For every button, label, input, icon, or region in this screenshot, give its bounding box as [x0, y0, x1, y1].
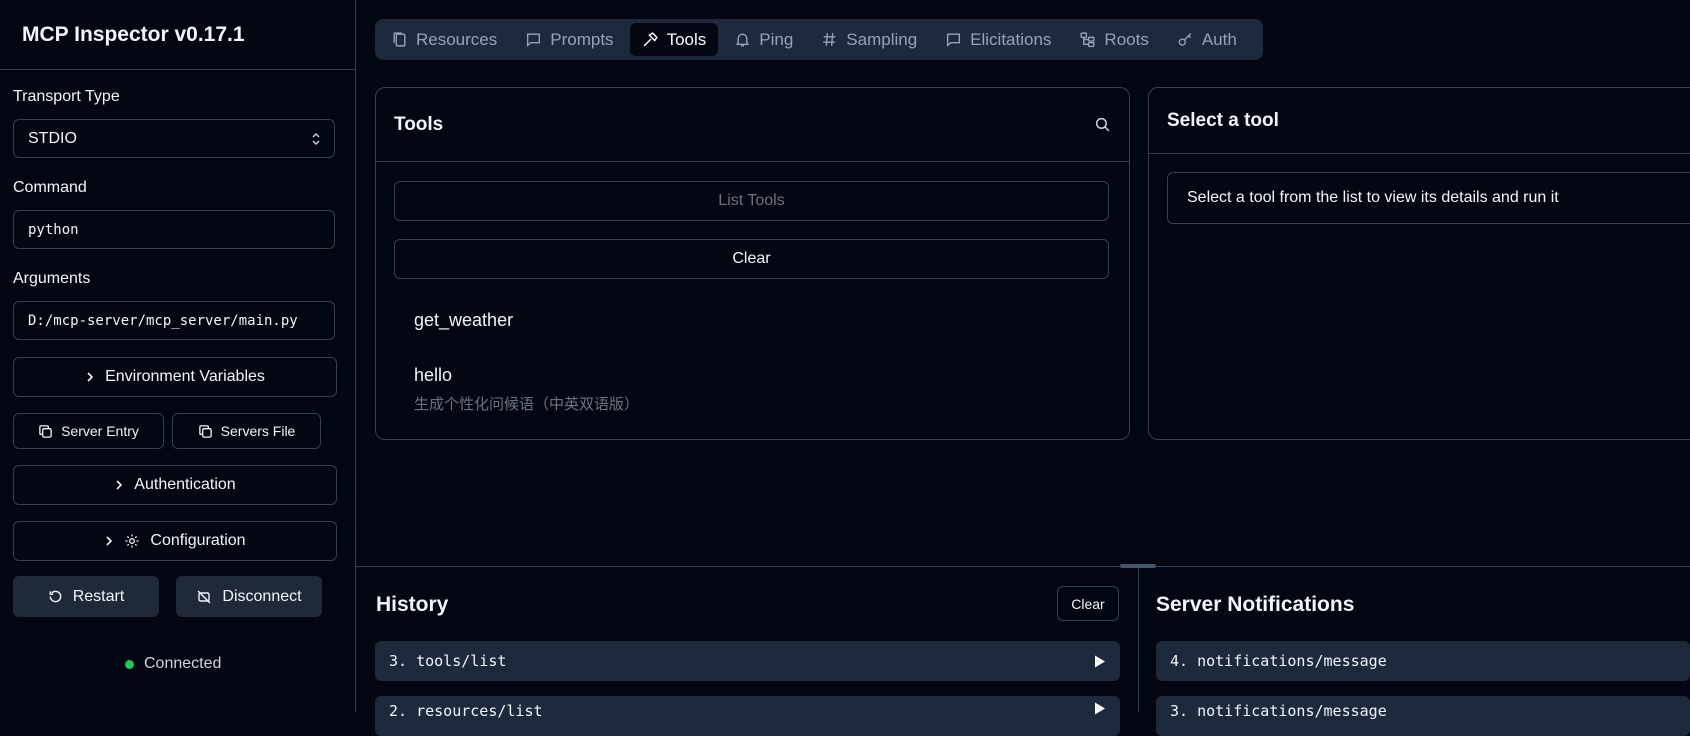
- chevrons-up-down-icon: [310, 132, 322, 146]
- history-item-label: 2. resources/list: [389, 702, 543, 720]
- chevron-right-icon: [85, 371, 95, 383]
- tab-roots-label: Roots: [1104, 29, 1149, 49]
- tool-detail-title: Select a tool: [1149, 88, 1690, 154]
- restart-button[interactable]: Restart: [13, 576, 159, 617]
- clear-history-button[interactable]: Clear: [1057, 586, 1119, 621]
- key-icon: [1177, 31, 1194, 48]
- disconnect-button[interactable]: Disconnect: [176, 576, 322, 617]
- tab-auth-label: Auth: [1201, 29, 1237, 49]
- tab-resources[interactable]: Resources: [379, 23, 509, 56]
- configuration-label: Configuration: [150, 532, 246, 549]
- environment-variables-label: Environment Variables: [105, 368, 265, 385]
- status-text: Connected: [144, 655, 222, 672]
- environment-variables-button[interactable]: Environment Variables: [13, 357, 337, 397]
- tool-detail-message: Select a tool from the list to view its …: [1167, 172, 1690, 224]
- status-dot: [125, 659, 134, 669]
- notification-row[interactable]: 3. notifications/message: [1156, 696, 1690, 736]
- arguments-label: Arguments: [13, 270, 91, 287]
- command-input[interactable]: python: [13, 210, 335, 249]
- tab-resources-label: Resources: [416, 29, 498, 49]
- rotate-ccw-icon: [48, 589, 63, 604]
- server-entry-label: Server Entry: [61, 423, 139, 439]
- copy-icon: [198, 424, 213, 439]
- restart-label: Restart: [72, 587, 125, 605]
- servers-file-button[interactable]: Servers File: [172, 413, 321, 449]
- list-tools-button[interactable]: List Tools: [394, 181, 1109, 221]
- tab-roots[interactable]: Roots: [1067, 23, 1160, 56]
- app-title: MCP Inspector v0.17.1: [0, 0, 355, 70]
- history-item-label: 3. tools/list: [389, 652, 507, 670]
- server-notifications-title: Server Notifications: [1156, 593, 1355, 616]
- history-row[interactable]: 3. tools/list: [375, 641, 1120, 681]
- play-icon[interactable]: [1094, 702, 1106, 715]
- transport-type-select[interactable]: STDIO: [13, 119, 335, 158]
- tab-elicitations[interactable]: Elicitations: [933, 23, 1063, 56]
- transport-type-value: STDIO: [28, 129, 77, 147]
- history-row[interactable]: 2. resources/list: [375, 696, 1120, 736]
- bell-icon: [734, 31, 751, 48]
- tools-panel-title: Tools: [394, 113, 444, 135]
- chevron-right-icon: [104, 535, 114, 547]
- configuration-button[interactable]: Configuration: [13, 521, 337, 561]
- tab-prompts-label: Prompts: [550, 29, 614, 49]
- tool-item-hello-description: 生成个性化问候语（中英双语版）: [414, 396, 640, 413]
- clear-tools-button[interactable]: Clear: [394, 239, 1109, 279]
- transport-type-label: Transport Type: [13, 88, 120, 105]
- tab-ping-label: Ping: [759, 29, 794, 49]
- hammer-icon: [642, 31, 659, 48]
- tab-auth[interactable]: Auth: [1165, 23, 1249, 56]
- hash-icon: [821, 31, 838, 48]
- tool-detail-panel: Select a tool Select a tool from the lis…: [1148, 87, 1690, 440]
- files-icon: [391, 31, 408, 48]
- unplug-icon: [196, 589, 212, 605]
- tab-elicitations-label: Elicitations: [970, 29, 1052, 49]
- arguments-input[interactable]: D:/mcp-server/mcp_server/main.py: [13, 301, 335, 340]
- tab-bar: Resources Prompts Tools Ping Sampling El…: [375, 19, 1263, 60]
- message-square-icon: [945, 31, 962, 48]
- chevron-right-icon: [114, 479, 124, 491]
- tab-sampling[interactable]: Sampling: [809, 23, 929, 56]
- tool-item-get-weather[interactable]: get_weather: [414, 310, 513, 331]
- tab-sampling-label: Sampling: [846, 29, 918, 49]
- panel-divider: [356, 566, 1690, 567]
- gear-icon: [124, 533, 140, 549]
- bottom-vertical-divider: [1138, 567, 1139, 712]
- connection-status: Connected: [125, 655, 221, 673]
- history-title: History: [376, 593, 449, 616]
- servers-file-label: Servers File: [220, 423, 296, 439]
- tools-panel: Tools List Tools Clear get_weather hello…: [375, 87, 1130, 440]
- folder-tree-icon: [1079, 31, 1096, 48]
- play-icon[interactable]: [1094, 655, 1106, 668]
- authentication-label: Authentication: [134, 476, 236, 493]
- command-label: Command: [13, 179, 87, 196]
- tool-item-hello[interactable]: hello: [414, 365, 452, 386]
- tab-prompts[interactable]: Prompts: [513, 23, 625, 56]
- notification-row[interactable]: 4. notifications/message: [1156, 641, 1690, 681]
- search-icon[interactable]: [1094, 116, 1111, 133]
- tab-ping[interactable]: Ping: [722, 23, 805, 56]
- notification-item-label: 4. notifications/message: [1170, 652, 1387, 670]
- copy-icon: [38, 424, 53, 439]
- notification-item-label: 3. notifications/message: [1170, 702, 1387, 720]
- server-entry-button[interactable]: Server Entry: [13, 413, 164, 449]
- tab-tools[interactable]: Tools: [629, 23, 719, 56]
- tab-tools-label: Tools: [666, 29, 707, 49]
- sidebar: MCP Inspector v0.17.1 Transport Type STD…: [0, 0, 356, 712]
- disconnect-label: Disconnect: [222, 587, 302, 605]
- authentication-button[interactable]: Authentication: [13, 465, 337, 505]
- message-square-icon: [525, 31, 542, 48]
